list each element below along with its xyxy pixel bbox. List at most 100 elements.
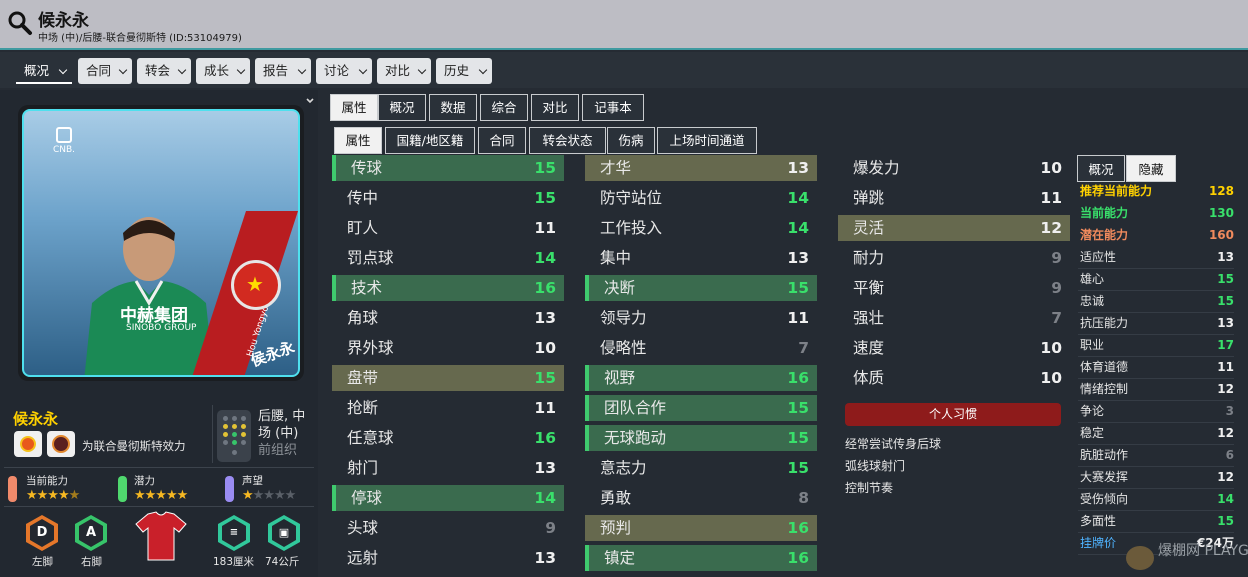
attribute-row[interactable]: 爆发力 10	[838, 155, 1070, 181]
kit-shirt-icon	[135, 511, 187, 561]
subtab-injuries[interactable]: 伤病	[607, 127, 655, 154]
position-text: 后腰, 中 场 (中) 前组织	[258, 408, 318, 459]
subtab-contract[interactable]: 合同	[478, 127, 526, 154]
attribute-row[interactable]: 界外球 10	[332, 335, 564, 361]
chevron-down-icon[interactable]	[305, 96, 315, 106]
nation-badge-icon[interactable]	[14, 431, 42, 457]
subtab-nationality[interactable]: 国籍/地区籍	[385, 127, 475, 154]
tab-attributes[interactable]: 属性	[330, 94, 378, 121]
attribute-value: 15	[534, 189, 556, 207]
subtab-transfer-status[interactable]: 转会状态	[529, 127, 606, 154]
menu-transfer[interactable]: 转会	[137, 58, 191, 84]
menu-history[interactable]: 历史	[436, 58, 492, 84]
tab-right-overview[interactable]: 概况	[1077, 155, 1125, 182]
club-badge-icon[interactable]	[47, 431, 75, 457]
hidden-attribute-row: 争论 3	[1078, 401, 1234, 421]
attribute-row[interactable]: 射门 13	[332, 455, 564, 481]
menu-overview[interactable]: 概况	[16, 58, 72, 84]
tab-combined[interactable]: 综合	[480, 94, 528, 121]
subtab-playing-time[interactable]: 上场时间通道	[657, 127, 757, 154]
attribute-row[interactable]: 团队合作 15	[585, 395, 817, 421]
menu-label: 讨论	[324, 63, 350, 78]
attribute-label: 盘带	[347, 369, 379, 387]
attribute-row[interactable]: 勇敢 8	[585, 485, 817, 511]
attribute-row[interactable]: 耐力 9	[838, 245, 1070, 271]
attribute-row[interactable]: 停球 14	[332, 485, 564, 511]
attribute-row[interactable]: 平衡 9	[838, 275, 1070, 301]
attribute-row[interactable]: 视野 16	[585, 365, 817, 391]
attribute-row[interactable]: 传球 15	[332, 155, 564, 181]
attribute-label: 远射	[347, 549, 379, 567]
attribute-label: 侵略性	[600, 339, 647, 357]
attribute-row[interactable]: 灵活 12	[838, 215, 1070, 241]
hidden-attribute-value: 15	[1217, 514, 1234, 528]
attribute-row[interactable]: 抢断 11	[332, 395, 564, 421]
tab-overview[interactable]: 概况	[378, 94, 426, 121]
attribute-value: 11	[787, 309, 809, 327]
attribute-row[interactable]: 盯人 11	[332, 215, 564, 241]
hidden-attribute-label: 受伤倾向	[1080, 492, 1129, 506]
search-icon[interactable]	[7, 10, 33, 36]
attribute-row[interactable]: 体质 10	[838, 365, 1070, 391]
hidden-attribute-label: 多面性	[1080, 514, 1117, 528]
attribute-row[interactable]: 才华 13	[585, 155, 817, 181]
attribute-row[interactable]: 预判 16	[585, 515, 817, 541]
attribute-row[interactable]: 弹跳 11	[838, 185, 1070, 211]
hidden-attribute-row: 职业 17	[1078, 335, 1234, 355]
attribute-row[interactable]: 角球 13	[332, 305, 564, 331]
attribute-label: 体质	[853, 369, 885, 387]
attribute-row[interactable]: 盘带 15	[332, 365, 564, 391]
attribute-row[interactable]: 强壮 7	[838, 305, 1070, 331]
menu-development[interactable]: 成长	[196, 58, 250, 84]
hidden-attribute-label: 挂牌价	[1080, 536, 1117, 550]
attribute-row[interactable]: 决断 15	[585, 275, 817, 301]
menu-reports[interactable]: 报告	[255, 58, 311, 84]
reputation-label: 声望	[242, 475, 263, 487]
attribute-value: 7	[798, 339, 809, 357]
attribute-row[interactable]: 任意球 16	[332, 425, 564, 451]
current-ability-stars: ★★★★★	[26, 488, 80, 503]
attribute-value: 13	[787, 249, 809, 267]
attribute-row[interactable]: 技术 16	[332, 275, 564, 301]
attribute-label: 弹跳	[853, 189, 885, 207]
attribute-row[interactable]: 集中 13	[585, 245, 817, 271]
attribute-row[interactable]: 头球 9	[332, 515, 564, 541]
attribute-row[interactable]: 速度 10	[838, 335, 1070, 361]
position-line: 场 (中)	[258, 426, 299, 441]
attribute-label: 角球	[347, 309, 379, 327]
attribute-value: 16	[787, 549, 809, 567]
attribute-row[interactable]: 无球跑动 15	[585, 425, 817, 451]
menu-compare[interactable]: 对比	[377, 58, 431, 84]
club-text[interactable]: 为联合曼彻斯特效力	[82, 438, 186, 454]
attribute-value: 9	[1051, 249, 1062, 267]
hidden-attribute-row: 受伤倾向 14	[1078, 489, 1234, 509]
attribute-value: 14	[787, 219, 809, 237]
hidden-attribute-row: 潜在能力 160	[1078, 225, 1234, 245]
tab-stats[interactable]: 数据	[429, 94, 477, 121]
tab-compare[interactable]: 对比	[531, 94, 579, 121]
right-foot-label: 右脚	[81, 556, 102, 568]
attribute-row[interactable]: 防守站位 14	[585, 185, 817, 211]
menu-contract[interactable]: 合同	[78, 58, 132, 84]
reputation-stars: ★★★★★	[242, 488, 296, 503]
attribute-row[interactable]: 侵略性 7	[585, 335, 817, 361]
attribute-row[interactable]: 领导力 11	[585, 305, 817, 331]
attribute-row[interactable]: 工作投入 14	[585, 215, 817, 241]
attribute-row[interactable]: 意志力 15	[585, 455, 817, 481]
tab-right-hidden[interactable]: 隐藏	[1126, 155, 1176, 182]
current-ability-indicator	[8, 476, 17, 502]
attribute-label: 勇敢	[600, 489, 632, 507]
menu-discuss[interactable]: 讨论	[316, 58, 372, 84]
attribute-row[interactable]: 罚点球 14	[332, 245, 564, 271]
chevron-down-icon	[118, 65, 128, 75]
attribute-label: 耐力	[853, 249, 885, 267]
attribute-value: 8	[798, 489, 809, 507]
subtab-attributes[interactable]: 属性	[334, 127, 382, 154]
attribute-row[interactable]: 远射 13	[332, 545, 564, 571]
tab-notebook[interactable]: 记事本	[582, 94, 644, 121]
hidden-attribute-value: 12	[1217, 426, 1234, 440]
hidden-attribute-label: 体育道德	[1080, 360, 1129, 374]
attribute-row[interactable]: 传中 15	[332, 185, 564, 211]
attribute-row[interactable]: 镇定 16	[585, 545, 817, 571]
hidden-attribute-label: 职业	[1080, 338, 1105, 352]
